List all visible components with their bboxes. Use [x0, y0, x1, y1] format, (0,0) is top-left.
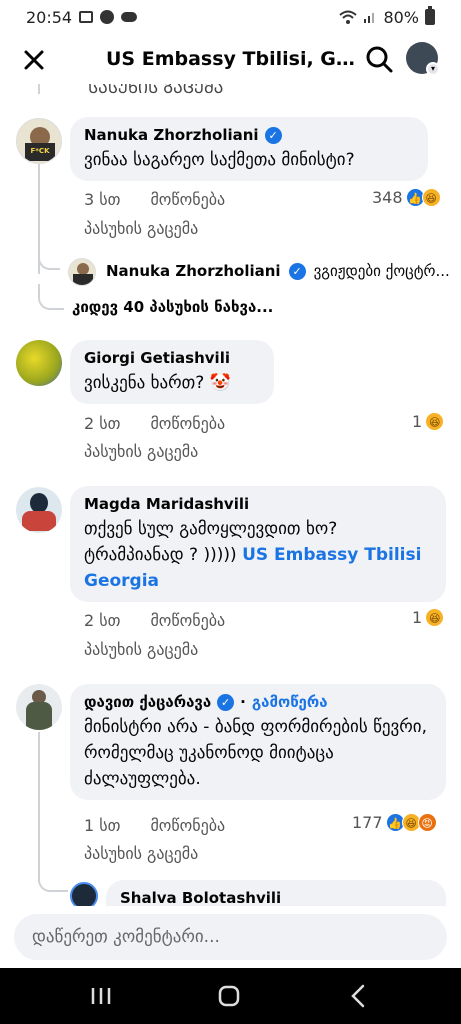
comment-bubble: Shalva Bolotashvili [106, 880, 446, 906]
cloud-icon [121, 12, 138, 22]
status-bar: 20:54 80% [0, 0, 461, 34]
battery-level: 80% [383, 7, 419, 27]
avatar[interactable] [16, 340, 62, 386]
avatar[interactable] [16, 487, 62, 533]
comment-meta: 1 სთ მოწონება [84, 816, 225, 835]
reply-button[interactable]: პასუხის გაცემა [84, 442, 198, 461]
comment-time: 1 სთ [84, 816, 121, 835]
home-icon[interactable] [214, 982, 244, 1010]
reaction-summary[interactable]: 1 😆 [412, 412, 445, 431]
like-button[interactable]: მოწონება [150, 816, 225, 835]
comment-text: ვისკენა ხართ? 🤡 [84, 373, 231, 393]
haha-reaction-icon: 😆 [421, 188, 441, 207]
comment-meta: 2 სთ მოწონება [84, 611, 225, 630]
reaction-summary[interactable]: 1 😆 [412, 608, 445, 627]
signal-icon [364, 13, 375, 23]
back-icon[interactable] [344, 982, 374, 1010]
comment-author[interactable]: Giorgi Getiashvili [84, 349, 230, 367]
gallery-icon [79, 11, 94, 23]
nested-reply[interactable]: Nanuka Zhorzholiani ✓ ვგიჟდები ქოცტრ... [106, 262, 450, 280]
avatar[interactable]: F*CK [16, 118, 62, 164]
verified-badge-icon: ✓ [217, 693, 235, 711]
haha-reaction-icon: 😆 [425, 412, 445, 431]
comment-text: მინისტრი არა - ბანდ ფორმირების წევრი, რო… [84, 717, 427, 789]
haha-reaction-icon: 😆 [425, 608, 445, 627]
close-icon[interactable] [18, 44, 50, 76]
chevron-down-icon[interactable]: ▾ [426, 62, 440, 76]
follow-button[interactable]: გამოწერა [252, 693, 328, 711]
reply-author[interactable]: Nanuka Zhorzholiani [106, 262, 281, 280]
comment-meta: 2 სთ მოწონება [84, 414, 225, 433]
avatar[interactable] [16, 684, 62, 730]
comment-bubble: Nanuka Zhorzholiani ✓ ვინაა საგარეო საქმ… [70, 117, 428, 181]
view-more-replies[interactable]: კიდევ 40 პასუხის ნახვა... [72, 298, 273, 316]
reaction-count: 348 [372, 188, 403, 207]
top-header: US Embassy Tbilisi, Geor... ▾ [0, 34, 461, 84]
comment-input-placeholder: დაწერეთ კომენტარი... [32, 927, 220, 947]
reaction-summary[interactable]: 177 👍 😆 😡 [352, 813, 437, 832]
recent-apps-icon[interactable] [86, 982, 116, 1010]
comment-bubble: დავით ქაცარავა ✓ · გამოწერა მინისტრი არა… [70, 684, 446, 800]
reply-snippet: ვგიჟდები ქოცტრ... [313, 262, 450, 280]
avatar[interactable] [70, 882, 98, 906]
facebook-icon [100, 10, 115, 24]
reply-button[interactable]: პასუხის გაცემა [84, 640, 198, 659]
comment-time: 2 სთ [84, 611, 121, 630]
comment-author[interactable]: დავით ქაცარავა [84, 693, 211, 711]
comment-time: 3 სთ [84, 190, 121, 209]
reaction-summary[interactable]: 348 👍 😆 [372, 188, 441, 207]
thread-connector [38, 244, 60, 270]
thread-connector [38, 870, 68, 892]
thread-line [38, 732, 40, 882]
thread-line [38, 84, 40, 94]
comment-meta: 3 სთ მოწონება [84, 190, 225, 209]
comment-bubble: Giorgi Getiashvili ვისკენა ხართ? 🤡 [70, 340, 274, 404]
reply-button[interactable]: პასუხის გაცემა [84, 844, 198, 863]
comment-text: ვინაა საგარეო საქმეთა მინისტი? [84, 150, 355, 170]
verified-badge-icon: ✓ [264, 126, 282, 144]
like-button[interactable]: მოწონება [150, 414, 225, 433]
thread-connector [38, 284, 64, 310]
battery-icon [425, 6, 435, 25]
reaction-count: 1 [412, 608, 423, 627]
comment-input[interactable]: დაწერეთ კომენტარი... [14, 914, 447, 960]
comment-author[interactable]: Nanuka Zhorzholiani [84, 126, 259, 144]
like-button[interactable]: მოწონება [150, 611, 225, 630]
verified-badge-icon: ✓ [288, 262, 306, 280]
angry-reaction-icon: 😡 [417, 813, 437, 832]
clipped-reply-link: ᲡᲐᲡᲣᲮᲘᲡ ᲒᲐᲪᲔᲛᲐ [88, 84, 224, 97]
avatar[interactable] [68, 258, 96, 286]
comment-author[interactable]: Magda Maridashvili [84, 495, 249, 513]
like-button[interactable]: მოწონება [150, 190, 225, 209]
comment-bubble: Magda Maridashvili თქვენ სულ გამოყლევდით… [70, 486, 446, 602]
reaction-count: 1 [412, 412, 423, 431]
reply-button[interactable]: პასუხის გაცემა [84, 219, 198, 238]
comment-time: 2 სთ [84, 414, 121, 433]
comment-author[interactable]: Shalva Bolotashvili [120, 889, 281, 906]
search-icon[interactable] [363, 43, 395, 75]
status-time: 20:54 [26, 7, 73, 27]
reaction-count: 177 [352, 813, 383, 832]
comment-thread: ᲡᲐᲡᲣᲮᲘᲡ ᲒᲐᲪᲔᲛᲐ F*CK Nanuka Zhorzholiani … [0, 84, 461, 906]
wifi-icon [339, 10, 358, 24]
page-title: US Embassy Tbilisi, Geor... [106, 48, 356, 70]
android-nav-bar [0, 968, 461, 1024]
